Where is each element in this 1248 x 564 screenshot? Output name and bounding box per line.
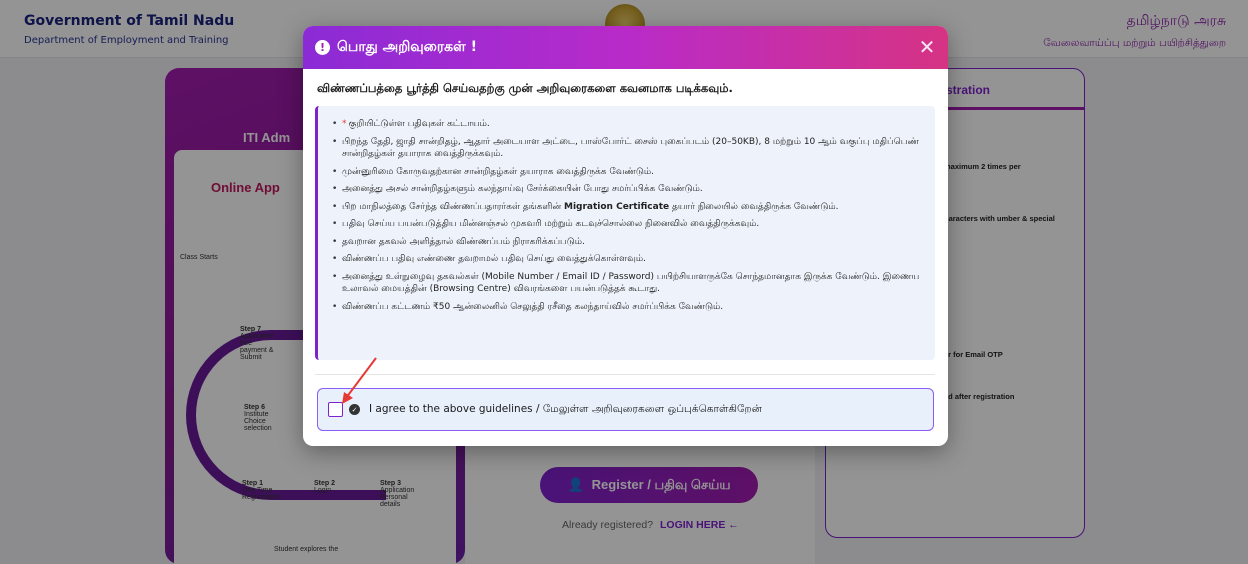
guideline-item: பதிவு செய்ய பயன்படுத்திய மின்னஞ்சல் முகவ…	[332, 218, 921, 231]
guideline-item: *குறியிட்டுள்ள பதிவுகள் கட்டாயம்.	[332, 118, 921, 131]
guideline-item: பிறந்த தேதி, ஜாதி சான்றிதழ், ஆதார் அடையா…	[332, 136, 921, 161]
info-icon: !	[315, 40, 330, 55]
guideline-item: தவறான தகவல் அளித்தால் விண்ணப்பம் நிராகரி…	[332, 236, 921, 249]
guideline-item: அனைத்து அசல் சான்றிதழ்களும் கலந்தாய்வு ச…	[332, 183, 921, 196]
guidelines-modal: ! பொது அறிவுரைகள் ! ✕ விண்ணப்பத்தை பூர்த…	[303, 26, 948, 446]
guideline-item: விண்ணப்ப கட்டணம் ₹50 ஆன்லைனில் செலுத்தி …	[332, 301, 921, 314]
guideline-item: முன்னுரிமை கோருவதற்கான சான்றிதழ்கள் தயார…	[332, 166, 921, 179]
red-arrow-annotation	[342, 357, 377, 404]
close-button[interactable]: ✕	[916, 36, 938, 58]
modal-subtitle: விண்ணப்பத்தை பூர்த்தி செய்வதற்கு முன் அற…	[317, 81, 733, 95]
modal-header: ! பொது அறிவுரைகள் ! ✕	[303, 26, 948, 69]
guidelines-box: *குறியிட்டுள்ள பதிவுகள் கட்டாயம். பிறந்த…	[315, 106, 935, 360]
guideline-item: விண்ணப்ப பதிவு எண்ணை தவறாமல் பதிவு செய்த…	[332, 253, 921, 266]
guideline-item: பிற மாநிலத்தை சேர்ந்த விண்ணப்பதாரர்கள் த…	[332, 201, 921, 214]
modal-title: பொது அறிவுரைகள் !	[337, 38, 477, 55]
guideline-item: அனைத்து உள்நுழைவு தகவல்கள் (Mobile Numbe…	[332, 271, 921, 296]
required-asterisk: *	[342, 119, 347, 129]
agree-label: I agree to the above guidelines / மேலுள்…	[369, 403, 762, 415]
guidelines-list: *குறியிட்டுள்ள பதிவுகள் கட்டாயம். பிறந்த…	[332, 118, 921, 313]
modal-divider	[315, 374, 935, 375]
agree-row[interactable]: ✓ I agree to the above guidelines / மேலு…	[317, 388, 934, 431]
